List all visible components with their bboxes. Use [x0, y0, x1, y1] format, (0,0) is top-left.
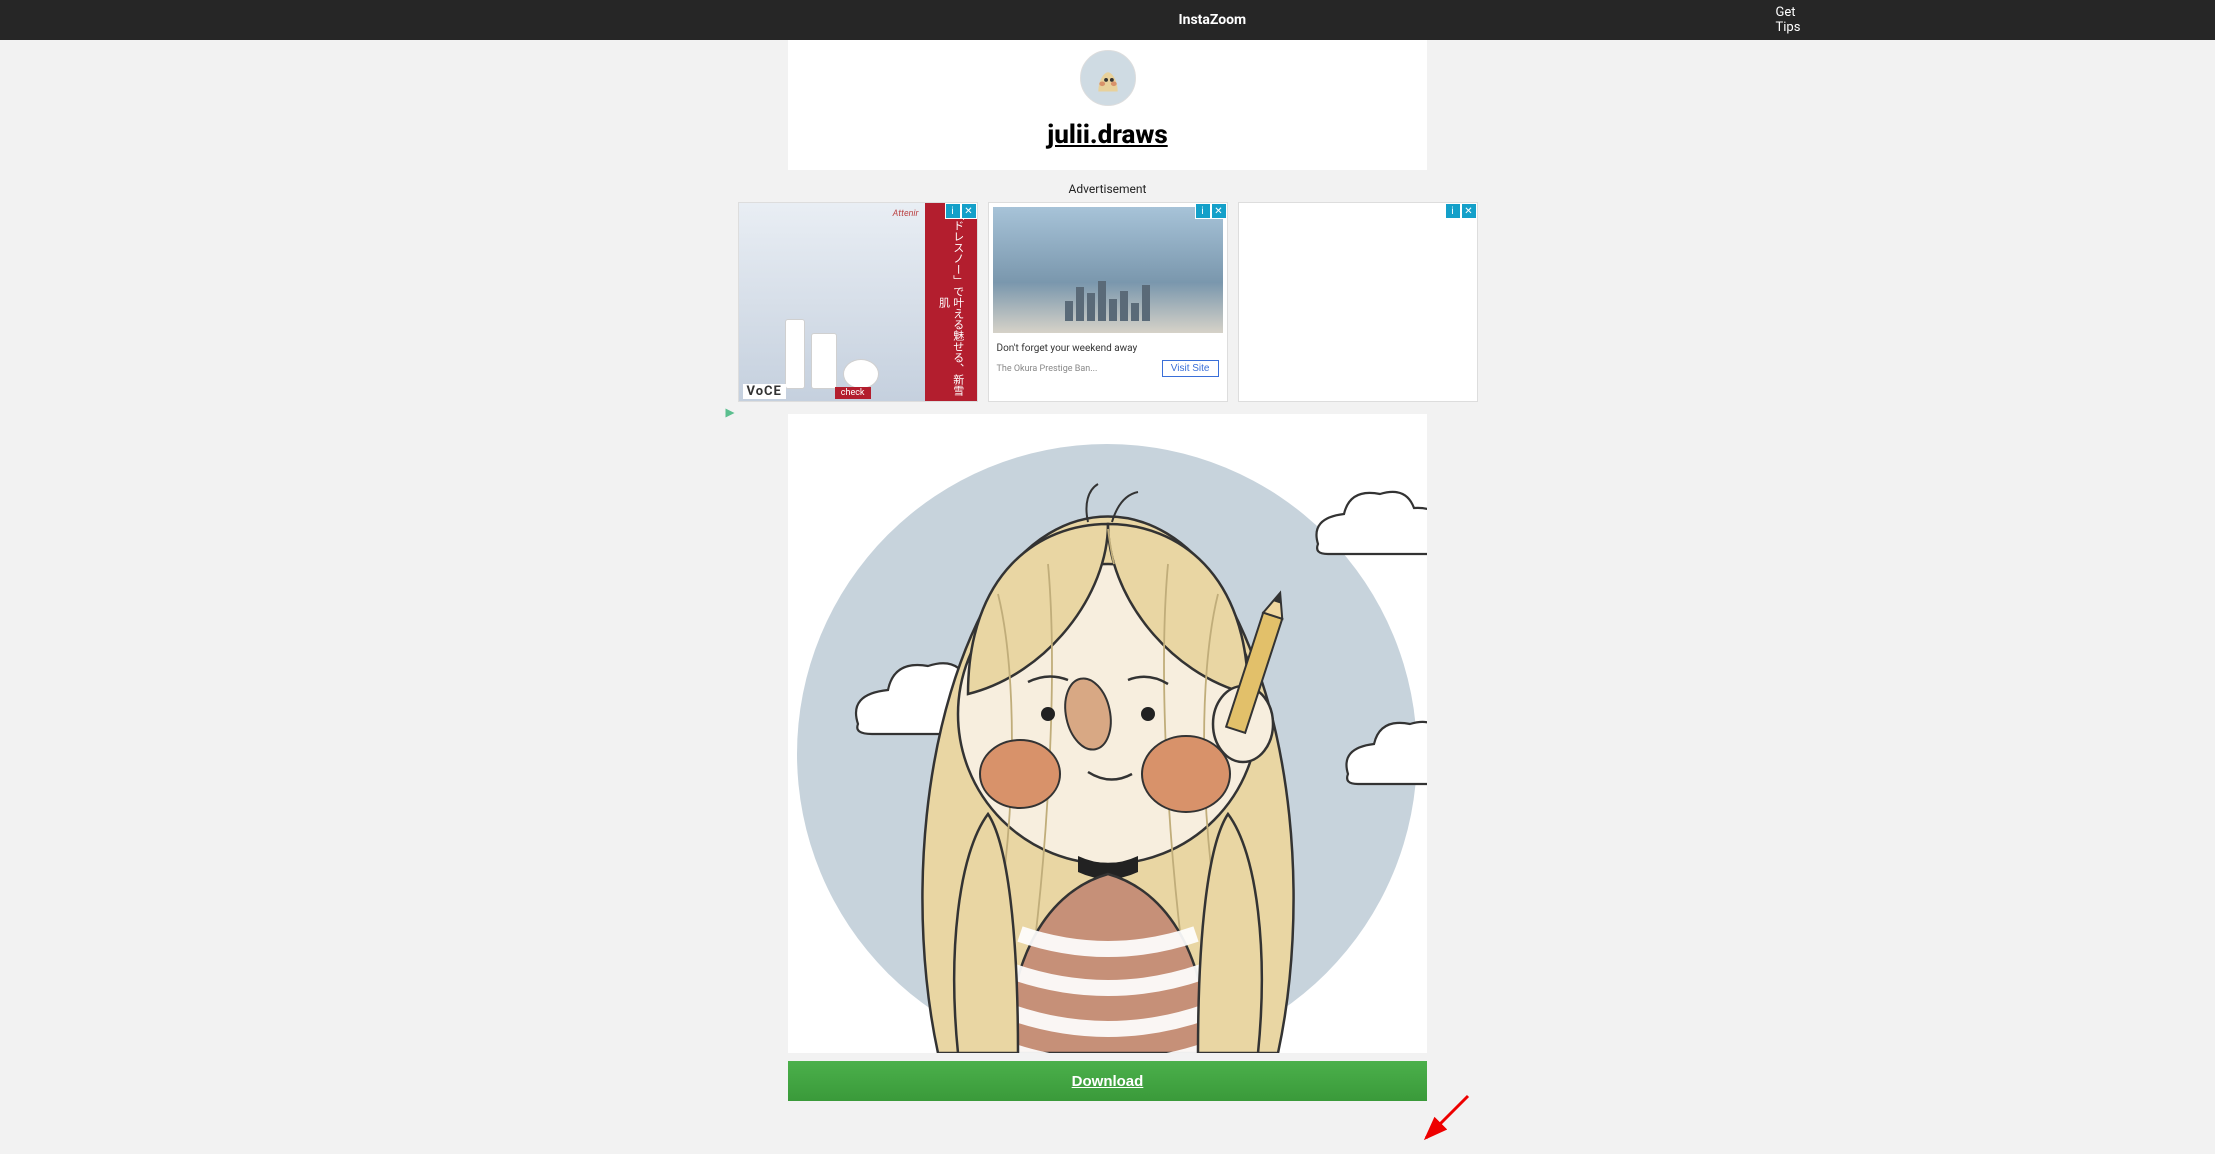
- adchoices-icon[interactable]: [724, 404, 736, 416]
- ad-close-controls: i ✕: [1195, 203, 1227, 219]
- ad1-check-badge: check: [835, 387, 871, 399]
- profile-card: julii.draws: [788, 40, 1427, 170]
- ad-slot-3[interactable]: i ✕: [1238, 202, 1478, 402]
- ad1-visual: Attenir VoCE check: [739, 203, 925, 401]
- ads-row: i ✕ Attenir VoCE check 「ドレスノー」で叶える魅せる、新雪…: [738, 202, 1478, 402]
- advertisement-label: Advertisement: [1069, 182, 1147, 196]
- ad-slot-1[interactable]: i ✕ Attenir VoCE check 「ドレスノー」で叶える魅せる、新雪…: [738, 202, 978, 402]
- ad2-image: [993, 207, 1223, 333]
- ad2-source-text: The Okura Prestige Ban...: [997, 364, 1098, 374]
- ad-info-icon[interactable]: i: [1445, 203, 1461, 219]
- ad1-magazine-logo: VoCE: [743, 384, 786, 399]
- ad2-visit-site-button[interactable]: Visit Site: [1162, 360, 1219, 377]
- ad2-headline: Don't forget your weekend away: [989, 337, 1227, 360]
- ad-close-icon[interactable]: ✕: [1211, 203, 1227, 219]
- ad1-products: [785, 319, 879, 389]
- ad-info-icon[interactable]: i: [945, 203, 961, 219]
- ad-close-controls: i ✕: [1445, 203, 1477, 219]
- brand-logo-link[interactable]: InstaZoom: [1179, 12, 1247, 28]
- get-tips-link[interactable]: Get Tips: [1776, 5, 1823, 35]
- top-nav-bar: InstaZoom Get Tips: [0, 0, 2215, 40]
- avatar-icon: [1081, 50, 1135, 106]
- ad-close-controls: i ✕: [945, 203, 977, 219]
- download-button[interactable]: Download: [788, 1061, 1427, 1101]
- ad-info-icon[interactable]: i: [1195, 203, 1211, 219]
- ad1-tagline: 「ドレスノー」で叶える魅せる、新雪肌: [925, 203, 977, 401]
- ad-close-icon[interactable]: ✕: [961, 203, 977, 219]
- profile-illustration: [788, 414, 1427, 1053]
- main-content: julii.draws Advertisement i ✕ Attenir Vo…: [0, 40, 2215, 1101]
- profile-avatar-thumbnail[interactable]: [1080, 50, 1136, 106]
- profile-username-link[interactable]: julii.draws: [1047, 120, 1167, 150]
- ad1-brand-text: Attenir: [893, 209, 919, 219]
- profile-picture-large[interactable]: [788, 414, 1427, 1053]
- ad-slot-2[interactable]: i ✕ Ad Don't forget your weekend away: [988, 202, 1228, 402]
- ad-close-icon[interactable]: ✕: [1461, 203, 1477, 219]
